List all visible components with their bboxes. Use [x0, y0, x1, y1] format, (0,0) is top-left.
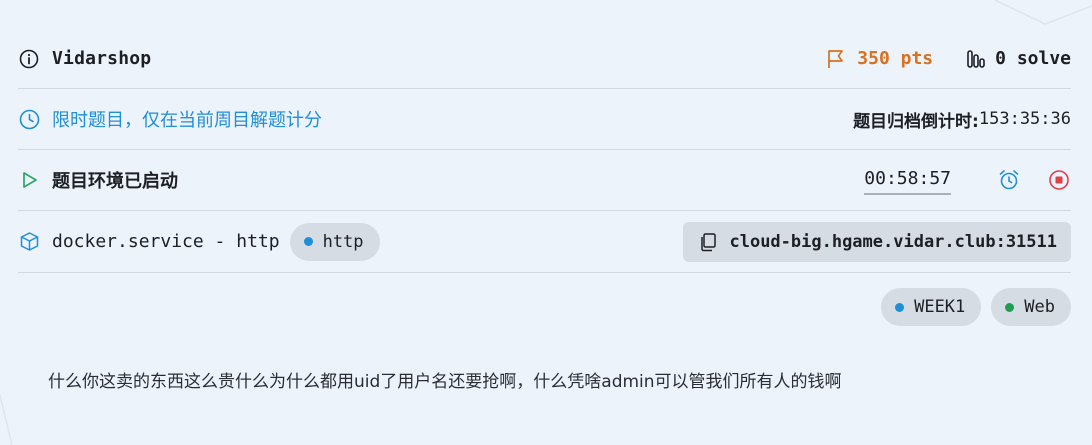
environment-timer: 00:58:57 — [864, 166, 951, 195]
archive-countdown: 题目归档倒计时: 153:35:36 — [853, 107, 1071, 132]
copy-address-button[interactable]: cloud-big.hgame.vidar.club:31511 — [683, 221, 1071, 262]
alarm-clock-icon — [999, 170, 1019, 190]
challenge-title: Vidarshop — [52, 48, 152, 69]
play-icon — [18, 169, 40, 191]
stop-icon — [1049, 170, 1069, 190]
tag-list: WEEK1 Web — [18, 288, 1071, 326]
service-address: cloud-big.hgame.vidar.club:31511 — [729, 231, 1057, 252]
protocol-label: http — [322, 231, 364, 252]
tag-category: Web — [991, 288, 1071, 326]
stop-environment-button[interactable] — [1047, 168, 1071, 192]
archive-time: 153:35:36 — [978, 109, 1071, 129]
extend-time-button[interactable] — [997, 168, 1021, 192]
tag-label: WEEK1 — [914, 297, 966, 317]
tag-week: WEEK1 — [881, 288, 982, 326]
copy-icon — [697, 231, 719, 253]
points-value: 350 pts — [857, 48, 934, 69]
bar-chart-icon — [965, 48, 987, 70]
challenge-panel: Vidarshop 350 pts 0 solve 限时题目，仅在当前周目解题计… — [18, 29, 1071, 326]
limited-notice: 限时题目，仅在当前周目解题计分 — [52, 110, 322, 131]
archive-label: 题目归档倒计时: — [853, 111, 979, 132]
challenge-description: 什么你这卖的东西这么贵什么为什么都用uid了用户名还要抢啊，什么凭啥admin可… — [48, 372, 842, 392]
info-icon — [18, 48, 40, 70]
solves-display: 0 solve — [965, 48, 1071, 70]
environment-row: 题目环境已启动 00:58:57 — [18, 150, 1071, 211]
service-label: docker.service - http — [52, 231, 280, 252]
clock-icon — [18, 108, 40, 130]
flag-icon — [825, 48, 847, 70]
service-row: docker.service - http http cloud-big.hga… — [18, 211, 1071, 273]
challenge-header-row: Vidarshop 350 pts 0 solve — [18, 29, 1071, 89]
protocol-chip: http — [289, 222, 380, 261]
solves-value: 0 solve — [995, 48, 1071, 69]
tag-dot — [1005, 302, 1015, 312]
tag-dot — [895, 302, 905, 312]
protocol-dot — [303, 237, 313, 246]
environment-status: 题目环境已启动 — [52, 171, 178, 192]
points-display: 350 pts — [825, 48, 933, 70]
cube-icon — [18, 231, 40, 253]
tag-label: Web — [1024, 297, 1055, 317]
limit-row: 限时题目，仅在当前周目解题计分 题目归档倒计时: 153:35:36 — [18, 89, 1071, 150]
